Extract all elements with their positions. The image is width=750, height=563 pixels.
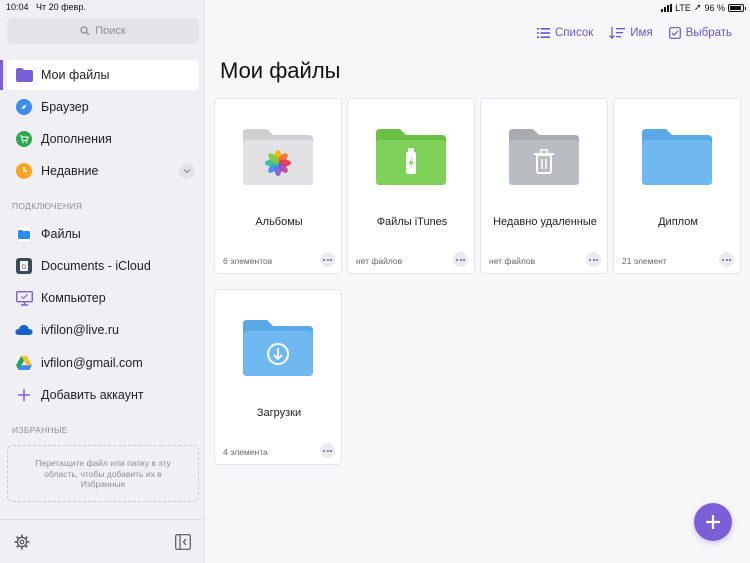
status-bar: 10:04 Чт 20 февр. LTE ➚ 96 % xyxy=(0,0,750,14)
file-item-name: Загрузки xyxy=(256,407,302,419)
sidebar-item-label: Компьютер xyxy=(41,291,106,305)
chevron-down-icon[interactable] xyxy=(179,163,195,179)
search-field[interactable]: Поиск xyxy=(7,18,199,44)
connections-section-label: ПОДКЛЮЧЕНИЯ xyxy=(12,201,83,211)
file-item-name: Файлы iTunes xyxy=(376,216,448,228)
sort-button[interactable]: Имя xyxy=(609,27,653,39)
toolbar: Список Имя Выбрать xyxy=(537,27,732,39)
main-content: Список Имя Выбрать Мои файлы Альбомы 6 э… xyxy=(206,0,750,563)
collapse-sidebar-icon[interactable] xyxy=(175,534,191,555)
file-item-meta: 6 элементов xyxy=(223,256,273,266)
status-right: LTE ➚ 96 % xyxy=(661,2,746,13)
file-item-name: Диплом xyxy=(658,216,698,228)
svg-text:D: D xyxy=(22,265,27,271)
compass-icon xyxy=(15,98,33,116)
favorites-section-label: ИЗБРАННЫЕ xyxy=(12,425,68,435)
search-placeholder: Поиск xyxy=(95,25,126,37)
trash-folder-icon xyxy=(509,129,579,185)
sidebar-item-addons[interactable]: Дополнения xyxy=(7,124,199,154)
list-icon xyxy=(537,28,550,38)
sort-icon xyxy=(609,27,626,39)
file-item-name: Недавно удаленные xyxy=(493,216,597,228)
gear-icon[interactable] xyxy=(14,534,30,555)
file-item-itunes-files[interactable]: Файлы iTunes нет файлов xyxy=(347,98,475,274)
more-options-icon[interactable] xyxy=(320,443,335,458)
sidebar-item-label: Браузер xyxy=(41,100,89,114)
sidebar-item-computer[interactable]: Компьютер xyxy=(7,283,199,313)
list-view-label: Список xyxy=(555,27,594,39)
sidebar-item-recent[interactable]: Недавние xyxy=(7,156,199,186)
sidebar-item-label: ivfilon@live.ru xyxy=(41,323,119,337)
google-drive-icon xyxy=(15,354,33,372)
file-item-name: Альбомы xyxy=(255,216,303,228)
sidebar-item-label: Дополнения xyxy=(41,132,112,146)
computer-icon xyxy=(15,289,33,307)
sidebar-item-files[interactable]: Файлы xyxy=(7,219,199,249)
documents-app-icon: D xyxy=(15,257,33,275)
battery-percent: 96 % xyxy=(704,2,725,13)
checkbox-icon xyxy=(668,27,681,39)
sidebar: Поиск Мои файлы Браузер Дополнения Недав… xyxy=(0,0,205,563)
list-view-button[interactable]: Список xyxy=(537,27,593,39)
itunes-folder-icon xyxy=(376,129,446,185)
file-item-albums[interactable]: Альбомы 6 элементов xyxy=(214,98,342,274)
folder-icon xyxy=(642,129,712,185)
signal-icon xyxy=(661,3,673,12)
more-options-icon[interactable] xyxy=(719,252,734,267)
sidebar-item-onedrive[interactable]: ivfilon@live.ru xyxy=(7,315,199,345)
cart-icon xyxy=(15,130,33,148)
select-button[interactable]: Выбрать xyxy=(668,27,732,39)
sidebar-item-label: ivfilon@gmail.com xyxy=(41,356,143,370)
onedrive-cloud-icon xyxy=(15,321,33,339)
photos-folder-icon xyxy=(243,129,313,185)
battery-icon xyxy=(728,3,746,12)
status-date: Чт 20 февр. xyxy=(36,2,86,12)
file-item-recently-deleted[interactable]: Недавно удаленные нет файлов xyxy=(480,98,608,274)
add-button[interactable] xyxy=(694,503,732,541)
plus-icon xyxy=(706,515,720,529)
select-label: Выбрать xyxy=(685,27,732,39)
sidebar-item-browser[interactable]: Браузер xyxy=(7,92,199,122)
sidebar-item-label: Documents - iCloud xyxy=(41,259,151,273)
more-options-icon[interactable] xyxy=(586,252,601,267)
favorites-drop-zone[interactable]: Перетащите файл или папку в эту область,… xyxy=(7,445,199,502)
sidebar-item-label: Мои файлы xyxy=(41,68,110,82)
sidebar-item-google-drive[interactable]: ivfilon@gmail.com xyxy=(7,348,199,378)
sidebar-item-documents-icloud[interactable]: D Documents - iCloud xyxy=(7,251,199,281)
file-item-downloads[interactable]: Загрузки 4 элемента xyxy=(214,289,342,465)
files-folder-icon xyxy=(15,225,33,243)
file-item-meta: 21 элемент xyxy=(622,256,667,266)
sidebar-item-label: Добавить аккаунт xyxy=(41,388,144,402)
file-item-meta: нет файлов xyxy=(489,256,536,266)
file-item-meta: нет файлов xyxy=(356,256,403,266)
clock-icon xyxy=(15,162,33,180)
search-icon xyxy=(80,26,90,36)
folder-icon xyxy=(15,66,33,84)
page-title: Мои файлы xyxy=(220,58,341,83)
plus-icon xyxy=(15,386,33,404)
file-item-diploma[interactable]: Диплом 21 элемент xyxy=(613,98,741,274)
status-time: 10:04 xyxy=(6,2,29,12)
sidebar-footer xyxy=(0,519,205,563)
location-icon: ➚ xyxy=(693,2,702,12)
sidebar-item-add-account[interactable]: Добавить аккаунт xyxy=(7,380,199,410)
file-item-meta: 4 элемента xyxy=(223,447,268,457)
network-label: LTE xyxy=(675,2,691,13)
sidebar-item-label: Файлы xyxy=(41,227,81,241)
downloads-folder-icon xyxy=(243,320,313,376)
more-options-icon[interactable] xyxy=(320,252,335,267)
sidebar-item-label: Недавние xyxy=(41,164,99,178)
sort-label: Имя xyxy=(630,27,653,39)
more-options-icon[interactable] xyxy=(453,252,468,267)
sidebar-item-my-files[interactable]: Мои файлы xyxy=(0,60,199,90)
